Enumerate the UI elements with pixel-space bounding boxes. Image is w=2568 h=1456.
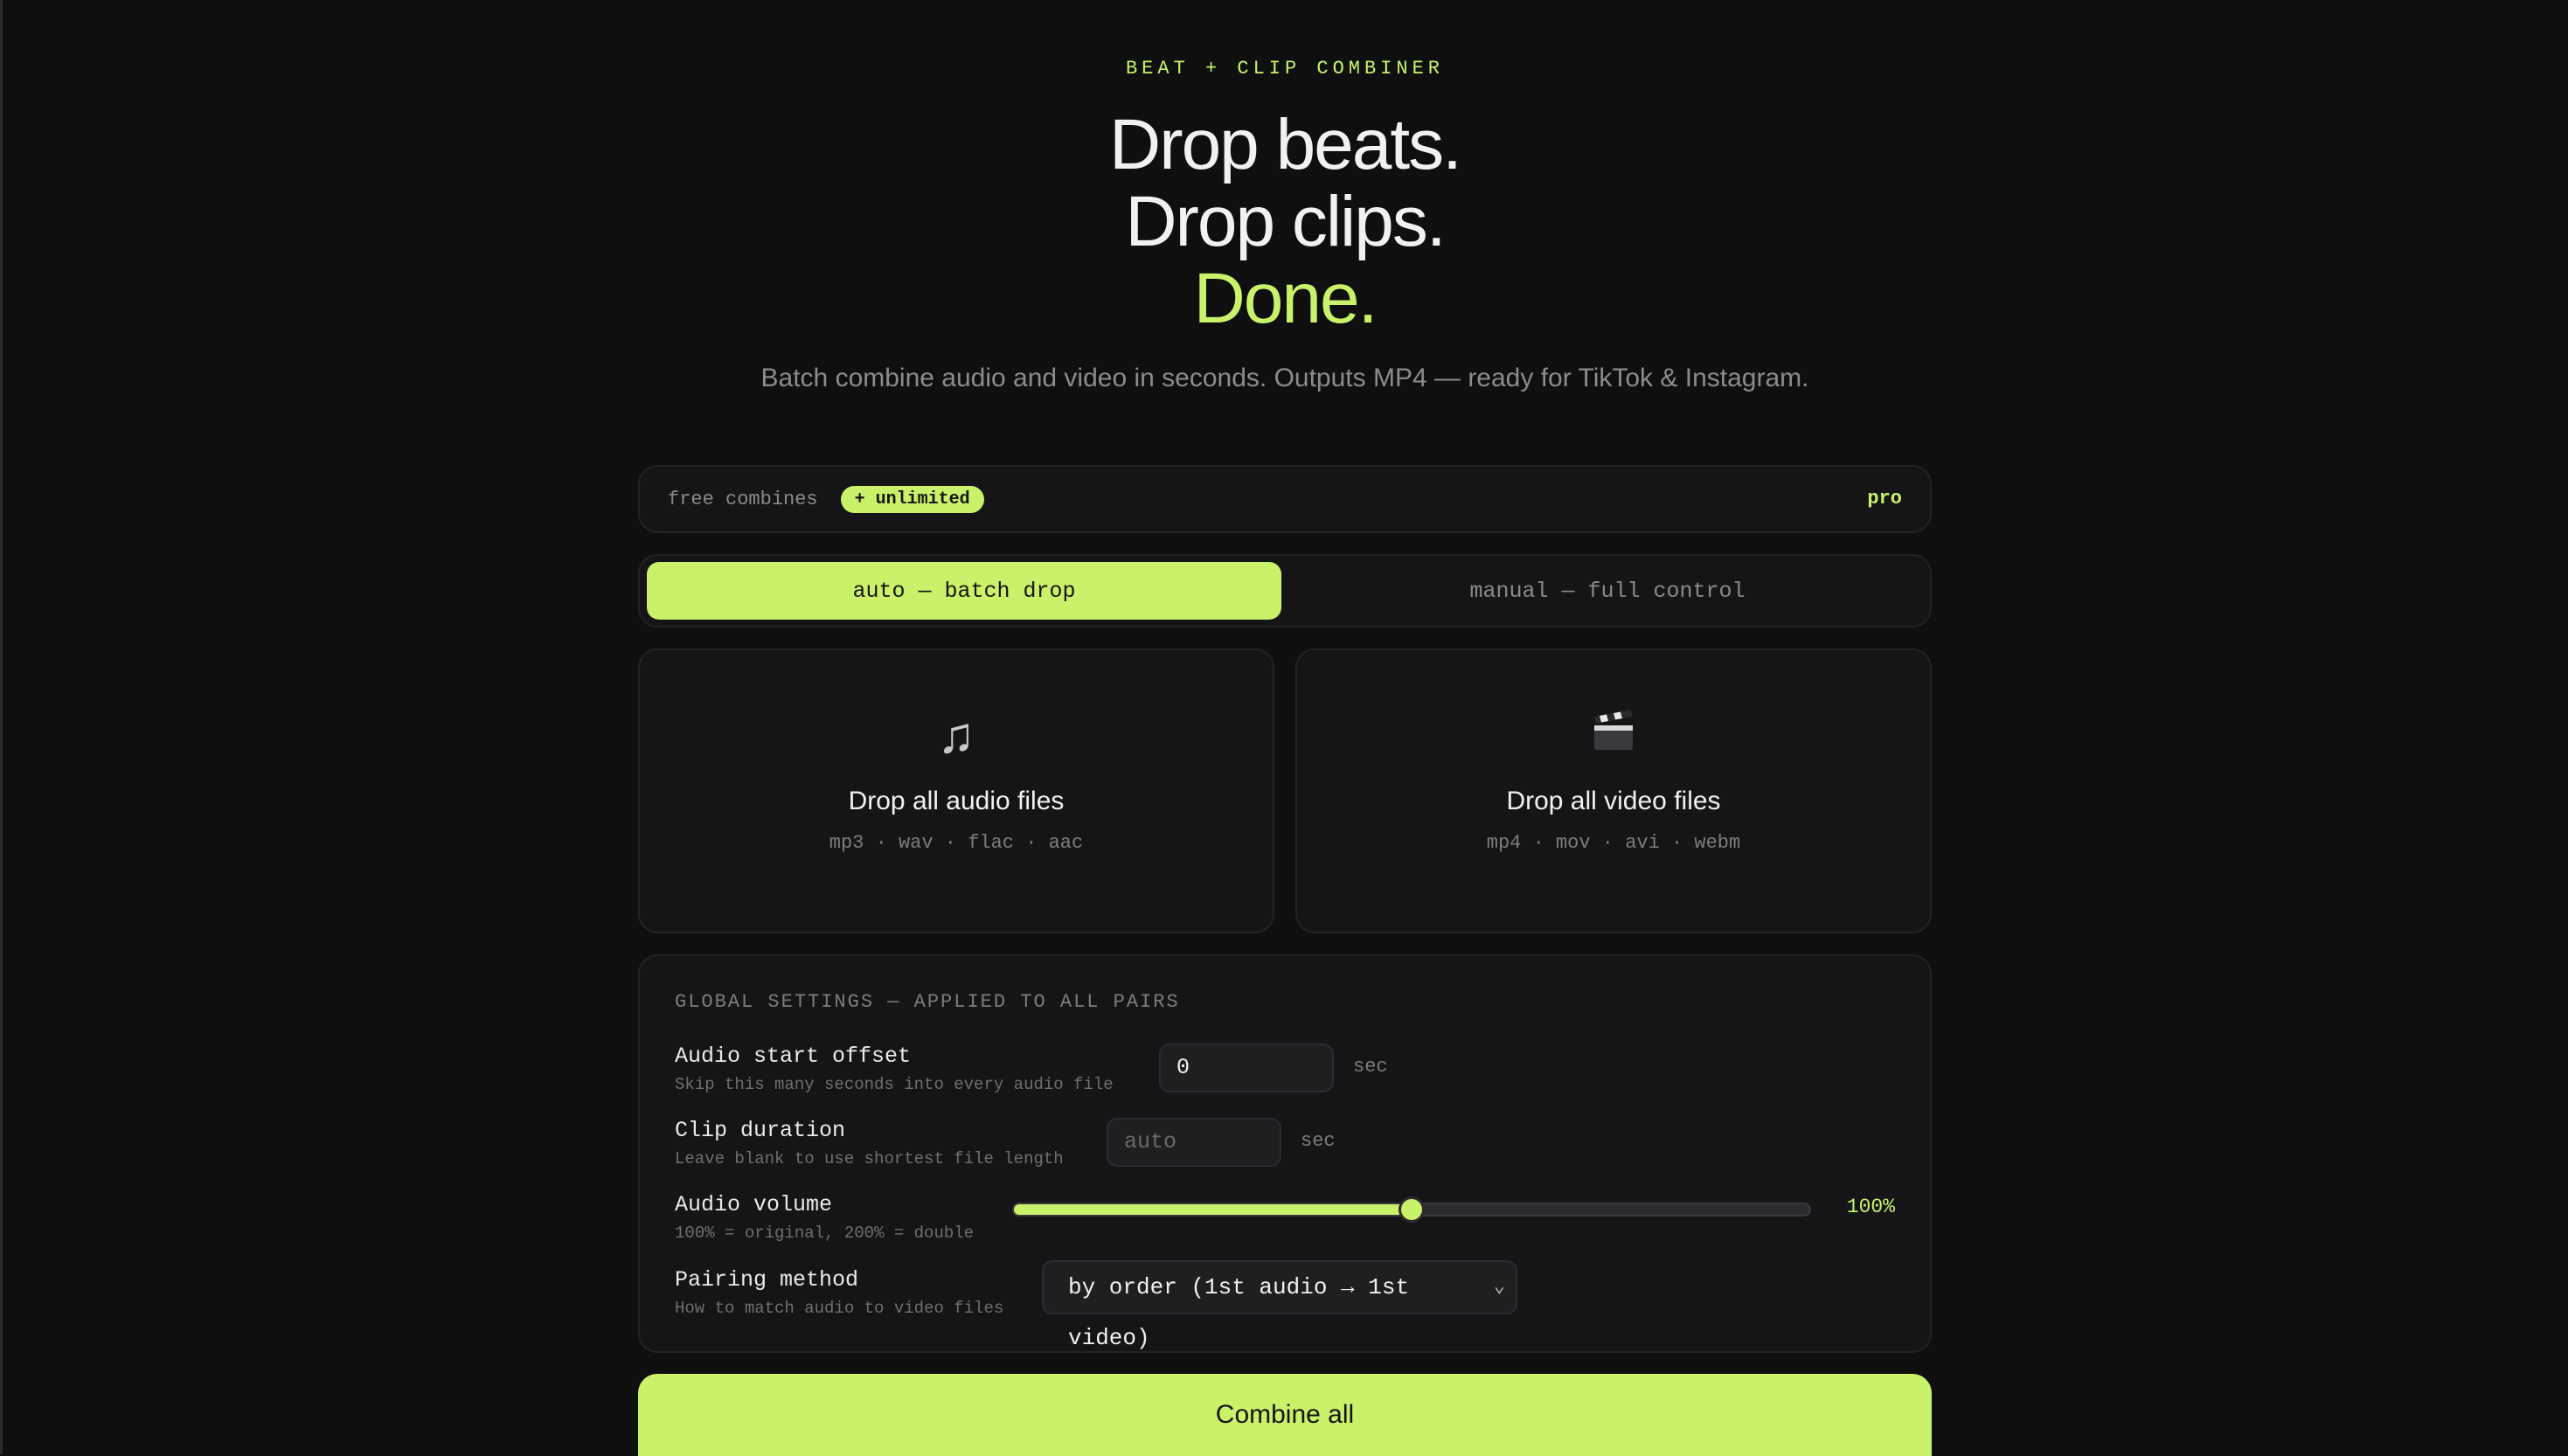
global-settings-panel: GLOBAL SETTINGS — APPLIED TO ALL PAIRS A… (638, 954, 1932, 1353)
combine-all-button[interactable]: Combine all (638, 1374, 1932, 1456)
offset-label: Audio start offset (675, 1043, 912, 1069)
mode-tabs: auto — batch drop manual — full control (638, 554, 1932, 627)
pro-link[interactable]: pro (1867, 488, 1902, 510)
audio-offset-input[interactable]: 0 (1159, 1043, 1334, 1092)
volume-label: Audio volume (675, 1192, 833, 1217)
video-formats: mp4 · mov · avi · webm (1486, 832, 1741, 854)
headline-line-2: Drop clips. (1125, 182, 1446, 261)
audio-formats: mp3 · wav · flac · aac (829, 832, 1084, 854)
clapperboard-icon (1297, 706, 1930, 767)
setting-clip-duration: Clip duration Leave blank to use shortes… (675, 1118, 1895, 1188)
pairing-method-select[interactable]: by order (1st audio → 1st video) ⌄ (1042, 1260, 1517, 1351)
volume-hint: 100% = original, 200% = double (675, 1224, 975, 1243)
setting-audio-offset: Audio start offset Skip this many second… (675, 1043, 1895, 1113)
unlimited-badge[interactable]: + unlimited (840, 486, 984, 513)
usage-bar: free combines + unlimited pro (638, 465, 1932, 533)
headline-line-1: Drop beats. (1109, 105, 1462, 184)
usage-left: free combines + unlimited (668, 486, 984, 513)
chevron-down-icon: ⌄ (1493, 1276, 1505, 1298)
duration-hint: Leave blank to use shortest file length (675, 1149, 1064, 1168)
offset-unit: sec (1353, 1056, 1388, 1078)
hero-headline: Drop beats. Drop clips. Done. (638, 107, 1932, 337)
headline-line-3: Done. (1193, 259, 1378, 338)
volume-value: 100% (1846, 1196, 1895, 1218)
duration-label: Clip duration (675, 1118, 846, 1143)
settings-heading: GLOBAL SETTINGS — APPLIED TO ALL PAIRS (675, 991, 1180, 1013)
volume-slider-thumb[interactable] (1399, 1196, 1425, 1223)
audio-dropzone-title: Drop all audio files (848, 787, 1065, 815)
offset-hint: Skip this many seconds into every audio … (675, 1075, 1114, 1094)
tab-manual-full-control[interactable]: manual — full control (1290, 562, 1925, 620)
music-note-icon: ♫ (937, 707, 975, 764)
audio-dropzone[interactable]: ♫ Drop all audio files mp3 · wav · flac … (638, 648, 1274, 933)
pairing-hint: How to match audio to video files (675, 1299, 1004, 1318)
hero-subtitle: Batch combine audio and video in seconds… (760, 364, 1809, 392)
eyebrow-label: BEAT + CLIP COMBINER (1125, 58, 1445, 80)
tab-auto-batch-drop[interactable]: auto — batch drop (647, 562, 1281, 620)
video-dropzone[interactable]: Drop all video files mp4 · mov · avi · w… (1295, 648, 1932, 933)
audio-volume-slider[interactable] (1012, 1196, 1811, 1223)
volume-slider-fill (1014, 1204, 1412, 1215)
video-dropzone-title: Drop all video files (1506, 787, 1721, 815)
pairing-selected-value: by order (1st audio → 1st video) (1068, 1274, 1410, 1351)
pairing-label: Pairing method (675, 1267, 859, 1293)
duration-unit: sec (1301, 1130, 1336, 1152)
setting-pairing-method: Pairing method How to match audio to vid… (675, 1260, 1895, 1351)
free-combines-label: free combines (668, 489, 818, 510)
clip-duration-input[interactable]: auto (1107, 1118, 1281, 1167)
setting-audio-volume: Audio volume 100% = original, 200% = dou… (675, 1192, 1895, 1262)
